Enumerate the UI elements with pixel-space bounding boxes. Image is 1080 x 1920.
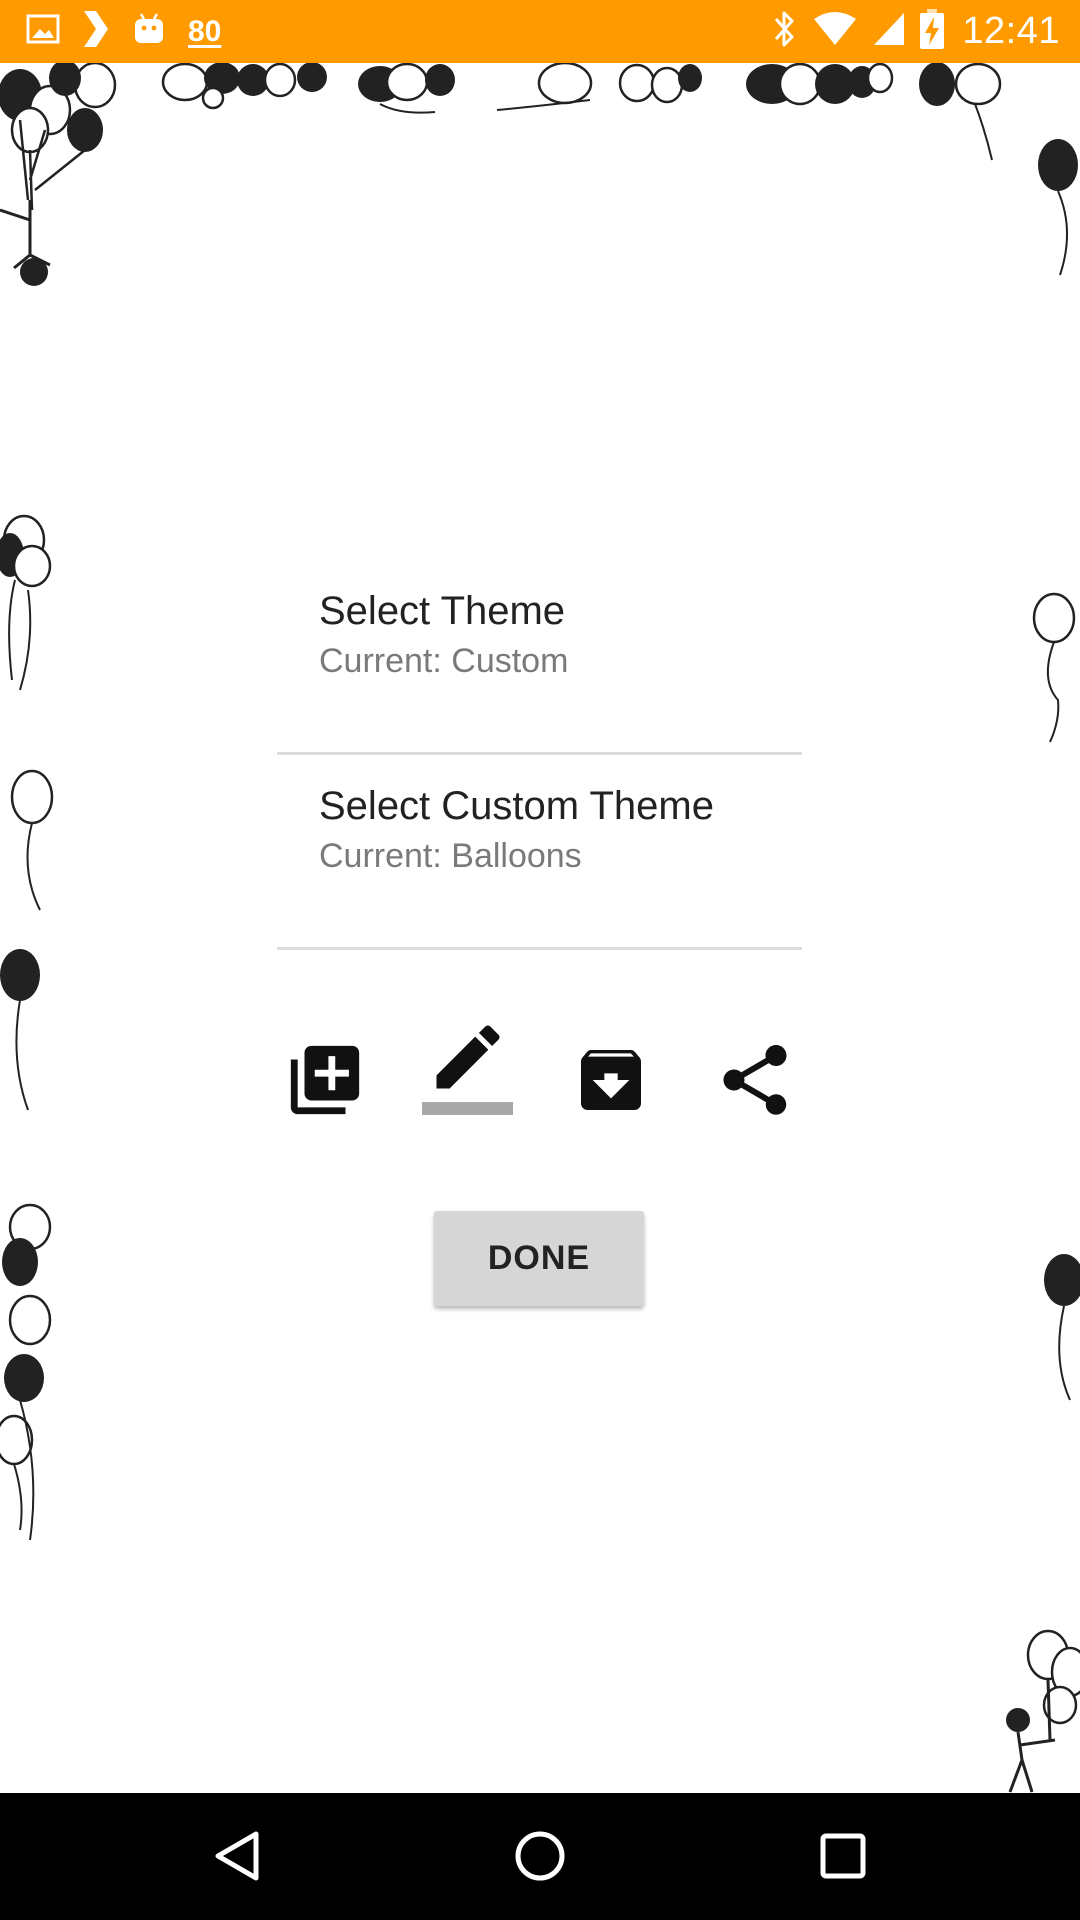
- theme-toolbar: [275, 1020, 805, 1140]
- recents-icon: [818, 1831, 868, 1886]
- edit-selected-indicator: [422, 1102, 513, 1115]
- balloons-top-border: [0, 63, 1078, 286]
- balloons-right-border: [1006, 592, 1080, 1793]
- add-theme-button[interactable]: [275, 1020, 375, 1140]
- status-right: 12:41: [772, 0, 1060, 63]
- edit-icon: [426, 1022, 510, 1106]
- chevron-icon: [82, 9, 110, 54]
- home-icon: [512, 1828, 568, 1889]
- add-theme-icon: [284, 1039, 366, 1121]
- balloons-left-border: [0, 514, 54, 1541]
- notification-count: 80: [188, 14, 222, 48]
- share-button[interactable]: [705, 1020, 805, 1140]
- home-button[interactable]: [505, 1823, 575, 1893]
- share-icon: [713, 1038, 797, 1122]
- select-theme-item[interactable]: Select Theme Current: Custom: [277, 560, 802, 755]
- status-time: 12:41: [962, 10, 1060, 52]
- settings-list: Select Theme Current: Custom Select Cust…: [277, 560, 802, 950]
- select-custom-theme-item[interactable]: Select Custom Theme Current: Balloons: [277, 755, 802, 950]
- bluetooth-icon: [772, 9, 798, 54]
- archive-download-icon: [571, 1040, 651, 1120]
- setting-subtitle: Current: Custom: [319, 642, 569, 680]
- signal-icon: [872, 11, 906, 52]
- archive-download-button[interactable]: [561, 1020, 661, 1140]
- recents-button[interactable]: [808, 1823, 878, 1893]
- navigation-bar: [0, 1793, 1080, 1920]
- done-button[interactable]: DONE: [434, 1211, 644, 1306]
- setting-title: Select Theme: [319, 589, 566, 633]
- status-left: 80: [26, 0, 221, 63]
- back-icon: [210, 1828, 266, 1889]
- status-bar: 80 12:41: [0, 0, 1080, 63]
- wifi-icon: [812, 11, 858, 52]
- setting-subtitle: Current: Balloons: [319, 837, 582, 875]
- edit-theme-button[interactable]: [418, 1020, 518, 1140]
- back-button[interactable]: [203, 1823, 273, 1893]
- android-icon: [132, 12, 166, 51]
- battery-charging-icon: [920, 9, 945, 54]
- image-icon: [26, 14, 60, 49]
- setting-title: Select Custom Theme: [319, 784, 714, 828]
